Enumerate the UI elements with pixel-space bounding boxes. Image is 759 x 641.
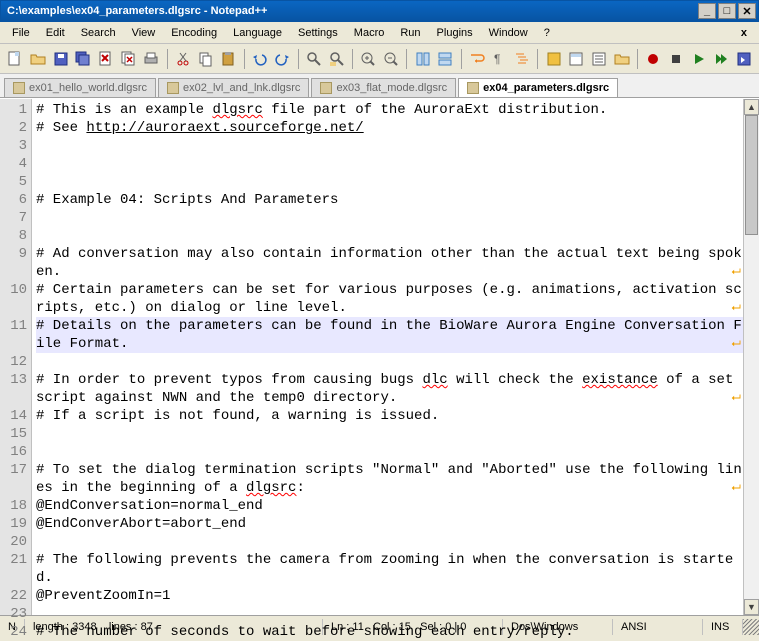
menu-help[interactable]: ? bbox=[536, 25, 558, 41]
code-content[interactable]: # This is an example dlgsrc file part of… bbox=[32, 99, 743, 615]
tab-label: ex02_lvl_and_lnk.dlgsrc bbox=[183, 82, 300, 94]
open-file-icon[interactable] bbox=[28, 48, 49, 70]
file-icon bbox=[467, 82, 479, 94]
minimize-button[interactable]: _ bbox=[698, 3, 716, 19]
tab-bar: ex01_hello_world.dlgsrc ex02_lvl_and_lnk… bbox=[0, 74, 759, 98]
menu-language[interactable]: Language bbox=[225, 25, 290, 41]
tab-label: ex04_parameters.dlgsrc bbox=[483, 82, 609, 94]
line-number-gutter: 123456789101112131415161718192021222324 bbox=[0, 99, 32, 615]
svg-text:¶: ¶ bbox=[494, 52, 500, 66]
zoom-in-icon[interactable] bbox=[358, 48, 379, 70]
menu-view[interactable]: View bbox=[124, 25, 164, 41]
zoom-out-icon[interactable] bbox=[381, 48, 402, 70]
toolbar-separator bbox=[637, 49, 638, 69]
menu-run[interactable]: Run bbox=[392, 25, 428, 41]
scroll-thumb[interactable] bbox=[745, 115, 758, 235]
new-file-icon[interactable] bbox=[5, 48, 26, 70]
paste-icon[interactable] bbox=[218, 48, 239, 70]
menu-search[interactable]: Search bbox=[73, 25, 124, 41]
close-all-icon[interactable] bbox=[118, 48, 139, 70]
redo-icon[interactable] bbox=[272, 48, 293, 70]
menu-encoding[interactable]: Encoding bbox=[163, 25, 225, 41]
find-icon[interactable] bbox=[304, 48, 325, 70]
toolbar-separator bbox=[406, 49, 407, 69]
tab-label: ex03_flat_mode.dlgsrc bbox=[336, 82, 447, 94]
toolbar-separator bbox=[167, 49, 168, 69]
print-icon[interactable] bbox=[141, 48, 162, 70]
scroll-down-icon[interactable]: ▼ bbox=[744, 599, 759, 615]
play-multi-icon[interactable] bbox=[711, 48, 732, 70]
menu-settings[interactable]: Settings bbox=[290, 25, 346, 41]
record-macro-icon[interactable] bbox=[643, 48, 664, 70]
close-file-icon[interactable] bbox=[96, 48, 117, 70]
menu-edit[interactable]: Edit bbox=[38, 25, 73, 41]
file-icon bbox=[320, 82, 332, 94]
toolbar: ¶ bbox=[0, 44, 759, 74]
menu-plugins[interactable]: Plugins bbox=[429, 25, 481, 41]
menu-bar: File Edit Search View Encoding Language … bbox=[0, 22, 759, 44]
scroll-track[interactable] bbox=[744, 115, 759, 599]
toolbar-separator bbox=[537, 49, 538, 69]
editor-area: 123456789101112131415161718192021222324 … bbox=[0, 98, 759, 615]
toolbar-separator bbox=[244, 49, 245, 69]
close-button[interactable]: ✕ bbox=[738, 3, 756, 19]
sync-h-icon[interactable] bbox=[435, 48, 456, 70]
tab-ex04[interactable]: ex04_parameters.dlgsrc bbox=[458, 78, 618, 97]
file-icon bbox=[13, 82, 25, 94]
show-all-chars-icon[interactable]: ¶ bbox=[489, 48, 510, 70]
folder-icon[interactable] bbox=[611, 48, 632, 70]
stop-macro-icon[interactable] bbox=[666, 48, 687, 70]
wordwrap-icon[interactable] bbox=[466, 48, 487, 70]
tab-ex01[interactable]: ex01_hello_world.dlgsrc bbox=[4, 78, 156, 97]
menu-file[interactable]: File bbox=[4, 25, 38, 41]
maximize-button[interactable]: □ bbox=[718, 3, 736, 19]
undo-icon[interactable] bbox=[249, 48, 270, 70]
sync-v-icon[interactable] bbox=[412, 48, 433, 70]
scroll-up-icon[interactable]: ▲ bbox=[744, 99, 759, 115]
vertical-scrollbar[interactable]: ▲ ▼ bbox=[743, 99, 759, 615]
play-macro-icon[interactable] bbox=[688, 48, 709, 70]
file-icon bbox=[167, 82, 179, 94]
menu-window[interactable]: Window bbox=[481, 25, 536, 41]
doc-map-icon[interactable] bbox=[566, 48, 587, 70]
indent-guide-icon[interactable] bbox=[512, 48, 533, 70]
tab-ex02[interactable]: ex02_lvl_and_lnk.dlgsrc bbox=[158, 78, 309, 97]
save-icon[interactable] bbox=[50, 48, 71, 70]
replace-icon[interactable] bbox=[326, 48, 347, 70]
tab-ex03[interactable]: ex03_flat_mode.dlgsrc bbox=[311, 78, 456, 97]
tab-close-x[interactable]: x bbox=[733, 25, 755, 41]
toolbar-separator bbox=[298, 49, 299, 69]
udl-icon[interactable] bbox=[543, 48, 564, 70]
window-title: C:\examples\ex04_parameters.dlgsrc - Not… bbox=[7, 5, 696, 17]
menu-macro[interactable]: Macro bbox=[346, 25, 393, 41]
func-list-icon[interactable] bbox=[589, 48, 610, 70]
cut-icon[interactable] bbox=[173, 48, 194, 70]
resize-grip-icon[interactable] bbox=[743, 619, 759, 635]
toolbar-separator bbox=[461, 49, 462, 69]
save-all-icon[interactable] bbox=[73, 48, 94, 70]
toolbar-separator bbox=[352, 49, 353, 69]
tab-label: ex01_hello_world.dlgsrc bbox=[29, 82, 147, 94]
save-macro-icon[interactable] bbox=[734, 48, 755, 70]
title-bar: C:\examples\ex04_parameters.dlgsrc - Not… bbox=[0, 0, 759, 22]
copy-icon[interactable] bbox=[195, 48, 216, 70]
